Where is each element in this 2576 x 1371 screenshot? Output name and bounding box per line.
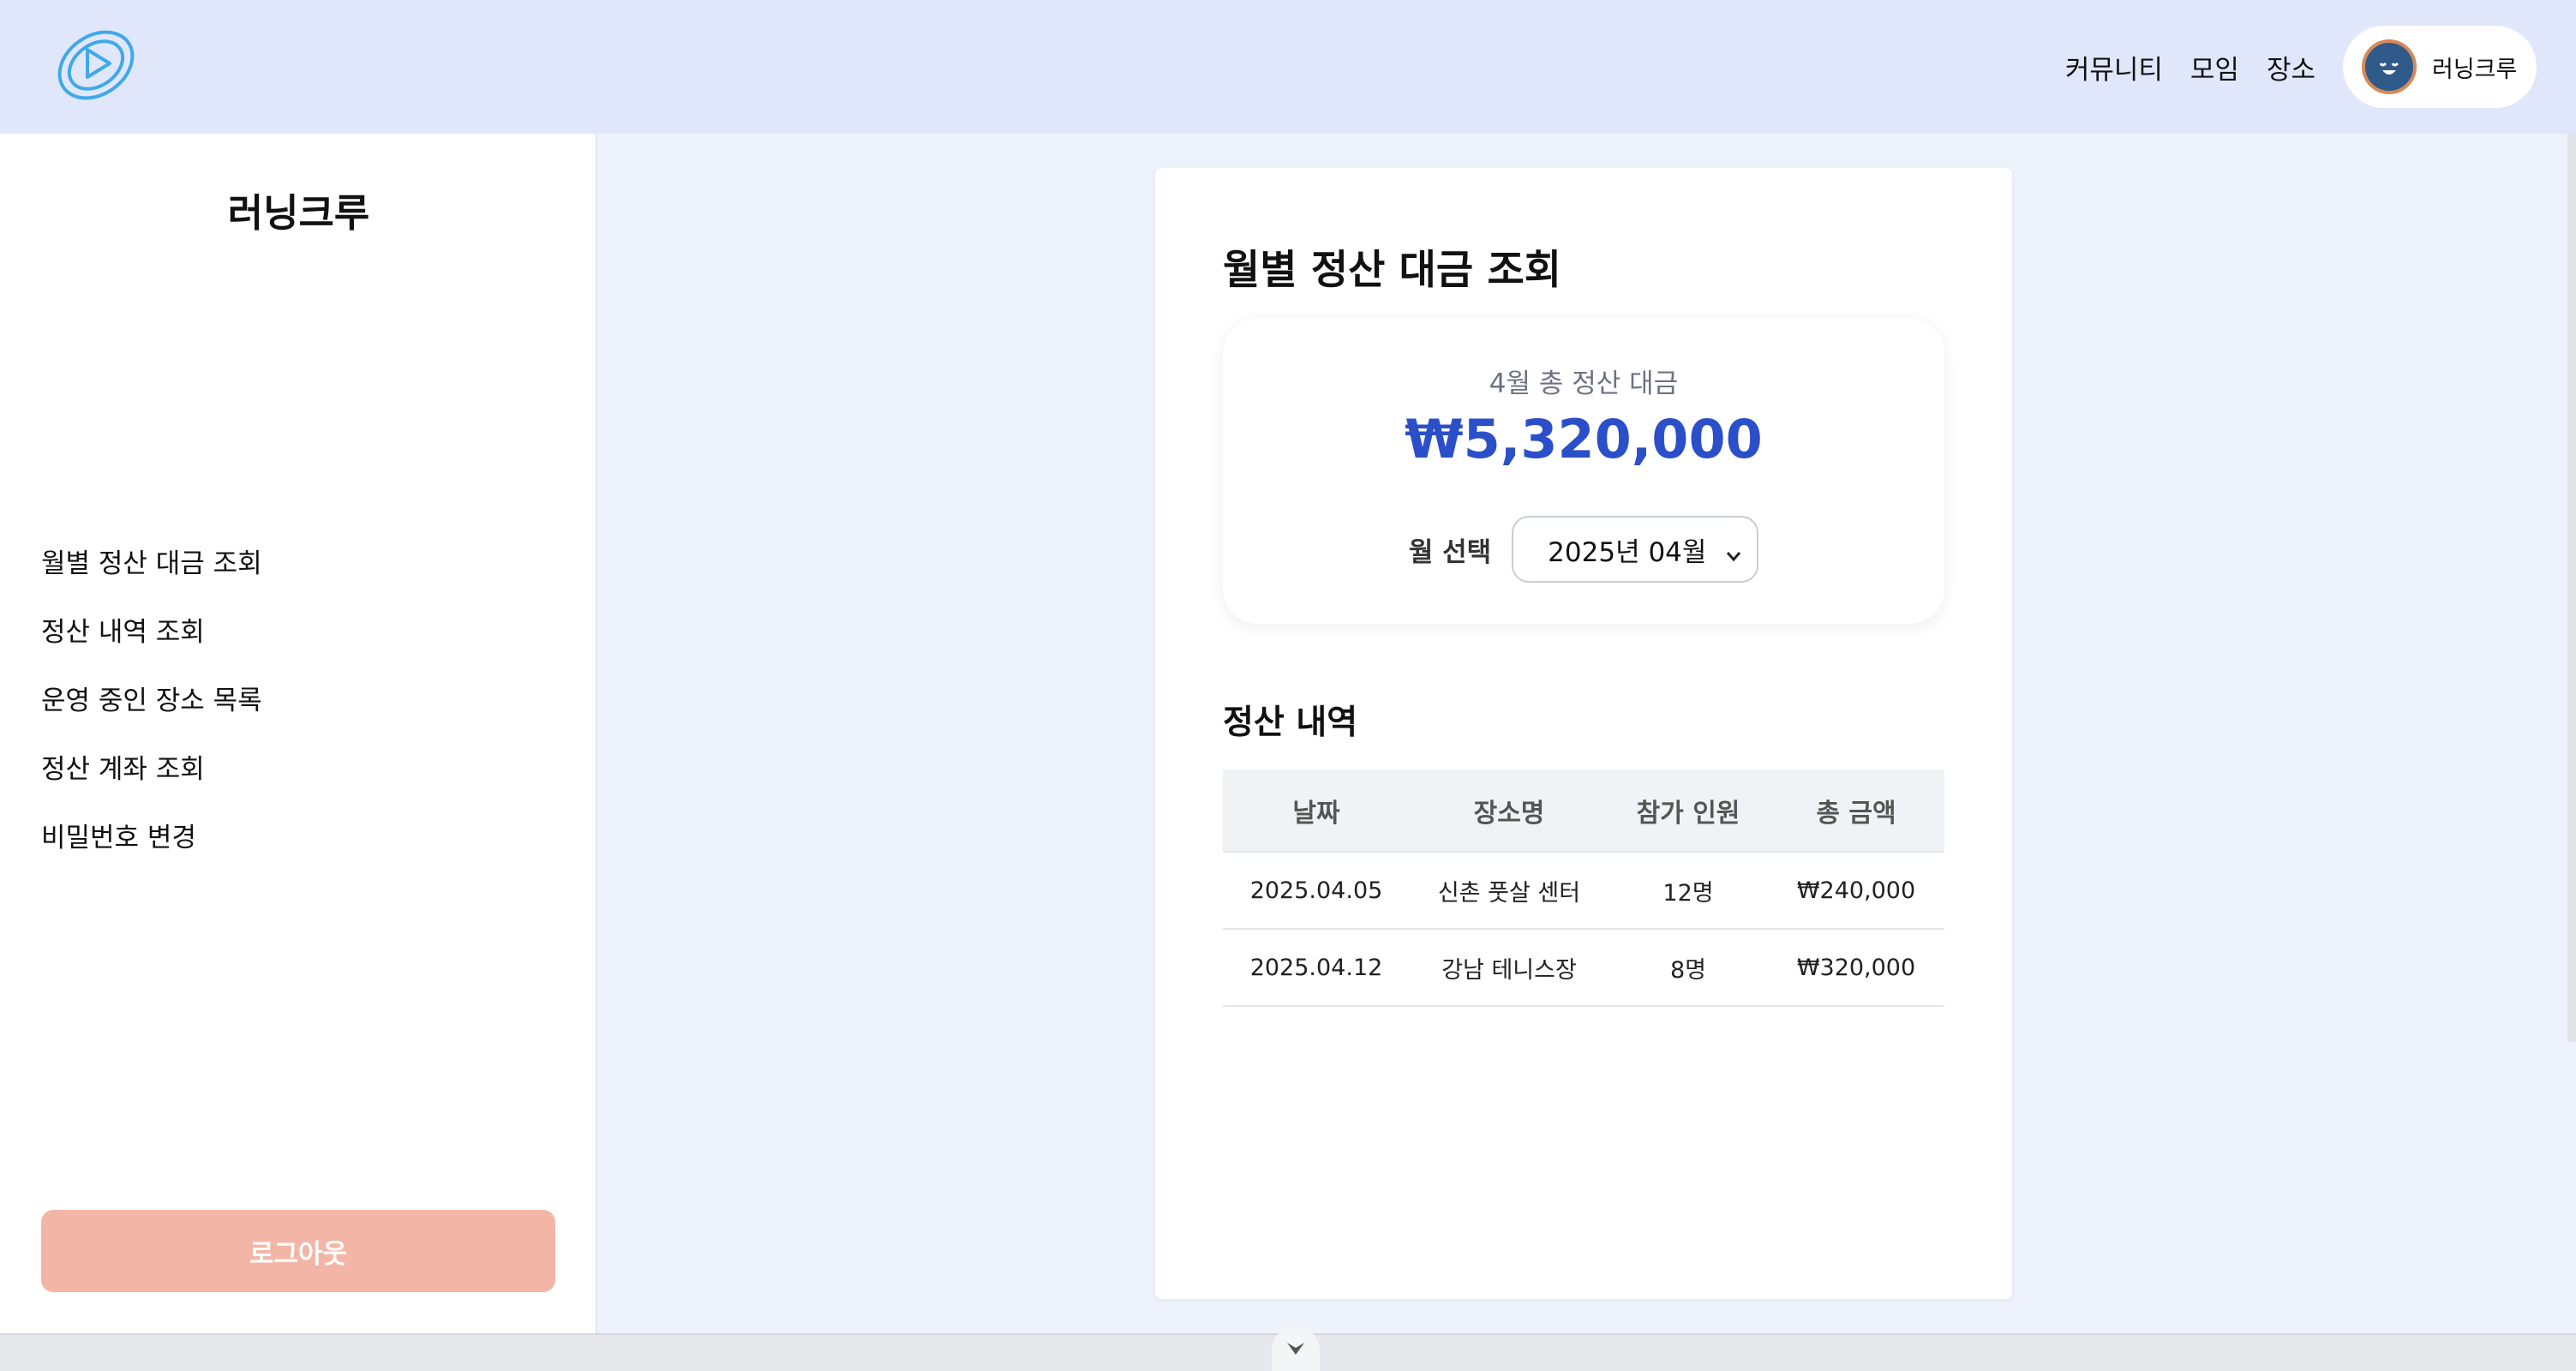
page-title: 월별 정산 대금 조회 — [1223, 247, 1562, 294]
top-header: 커뮤니티 모임 장소 러닝크루 — [0, 0, 2576, 134]
nav-community[interactable]: 커뮤니티 — [2065, 48, 2163, 87]
month-select-label: 월 선택 — [1408, 536, 1492, 568]
sidebar-title: 러닝크루 — [227, 190, 370, 236]
sidebar-item-operating-places[interactable]: 운영 중인 장소 목록 — [41, 682, 262, 751]
page-scrollbar[interactable] — [2567, 134, 2576, 1042]
avatar-icon — [2362, 39, 2417, 94]
scroll-down-icon[interactable] — [1272, 1326, 1320, 1371]
col-participants: 참가 인원 — [1609, 769, 1768, 853]
cell-participants: 12명 — [1609, 852, 1768, 930]
summary-label: 4월 총 정산 대금 — [1489, 368, 1679, 399]
sidebar: 러닝크루 월별 정산 대금 조회 정산 내역 조회 운영 중인 장소 목록 정산… — [0, 134, 597, 1333]
month-selector-row: 월 선택 2025년 04월 — [1223, 516, 1944, 583]
cell-participants: 8명 — [1609, 929, 1768, 1007]
profile-name: 러닝크루 — [2432, 56, 2518, 83]
sidebar-menu: 월별 정산 대금 조회 정산 내역 조회 운영 중인 장소 목록 정산 계좌 조… — [41, 545, 262, 888]
settlement-card: 월별 정산 대금 조회 4월 총 정산 대금 ₩5,320,000 월 선택 2… — [1155, 168, 2012, 1299]
total-amount: ₩5,320,000 — [1405, 408, 1763, 470]
chevron-down-icon — [1724, 542, 1743, 562]
top-nav: 커뮤니티 모임 장소 러닝크루 — [2065, 0, 2576, 134]
profile-menu-button[interactable]: 러닝크루 — [2343, 26, 2537, 108]
col-date: 날짜 — [1223, 769, 1410, 853]
play-logo-icon[interactable] — [51, 26, 141, 105]
col-total: 총 금액 — [1768, 769, 1944, 853]
table-row: 2025.04.05 신촌 풋살 센터 12명 ₩240,000 — [1223, 852, 1944, 930]
sidebar-item-change-password[interactable]: 비밀번호 변경 — [41, 819, 262, 888]
cell-place: 강남 테니스장 — [1410, 929, 1609, 1007]
table-header-row: 날짜 장소명 참가 인원 총 금액 — [1223, 769, 1944, 853]
nav-places[interactable]: 장소 — [2267, 48, 2315, 87]
table-row: 2025.04.12 강남 테니스장 8명 ₩320,000 — [1223, 929, 1944, 1007]
month-select[interactable]: 2025년 04월 — [1512, 516, 1759, 583]
cell-total: ₩240,000 — [1768, 852, 1944, 930]
col-place: 장소명 — [1410, 769, 1609, 853]
month-select-value: 2025년 04월 — [1548, 536, 1707, 568]
summary-box: 4월 총 정산 대금 ₩5,320,000 월 선택 2025년 04월 — [1223, 319, 1944, 624]
cell-date: 2025.04.05 — [1223, 852, 1410, 930]
logout-button[interactable]: 로그아웃 — [41, 1210, 555, 1292]
nav-meetups[interactable]: 모임 — [2190, 48, 2239, 87]
cell-place: 신촌 풋살 센터 — [1410, 852, 1609, 930]
sidebar-item-monthly-settlement[interactable]: 월별 정산 대금 조회 — [41, 545, 262, 614]
cell-total: ₩320,000 — [1768, 929, 1944, 1007]
history-title: 정산 내역 — [1223, 703, 1358, 742]
sidebar-item-settlement-account[interactable]: 정산 계좌 조회 — [41, 751, 262, 819]
sidebar-item-settlement-history[interactable]: 정산 내역 조회 — [41, 614, 262, 682]
cell-date: 2025.04.12 — [1223, 929, 1410, 1007]
settlement-table: 날짜 장소명 참가 인원 총 금액 2025.04.05 신촌 풋살 센터 12… — [1223, 769, 1944, 1007]
